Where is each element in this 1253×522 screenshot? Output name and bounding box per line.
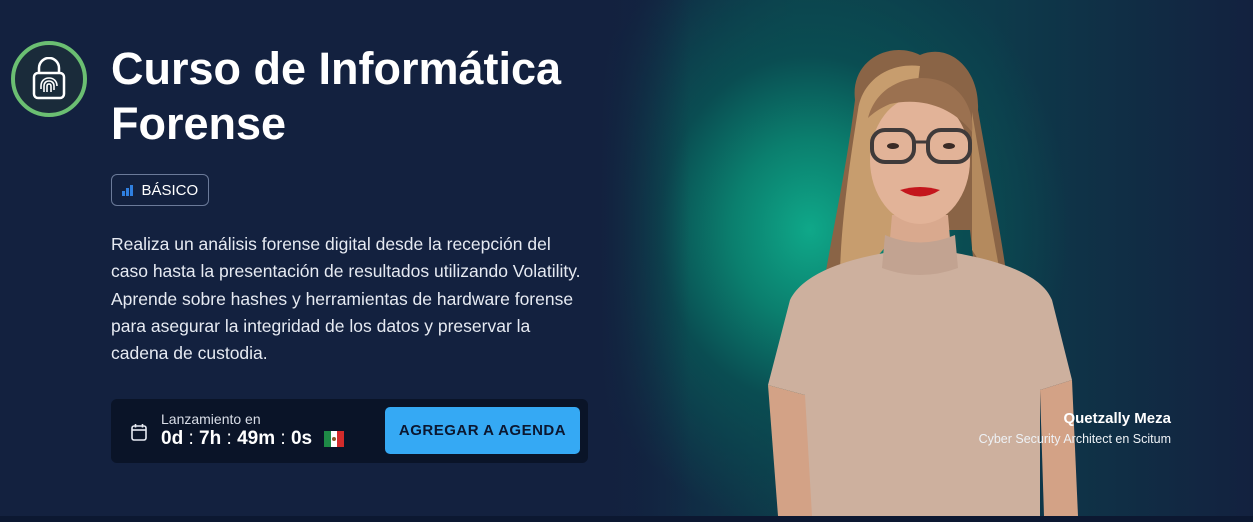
fingerprint-lock-glyph [32,57,66,100]
level-badge: BÁSICO [111,174,210,206]
course-title: Curso de Informática Forense [111,43,562,149]
countdown-separator: : [280,428,286,449]
instructor-name: Quetzally Meza [1063,410,1171,427]
countdown-hours: 7h [199,428,222,449]
calendar-icon [131,424,147,441]
add-to-agenda-button[interactable]: AGREGAR A AGENDA [385,407,580,454]
signal-bars-icon [122,184,133,196]
instructor-role: Cyber Security Architect en Scitum [978,432,1171,446]
launch-countdown-box: Lanzamiento en 0d : 7h : 49m : 0s AGREGA… [111,399,588,463]
bottom-divider [0,516,1253,522]
mexico-flag-icon [324,429,345,449]
level-label: BÁSICO [141,181,199,199]
countdown-separator: : [226,428,232,449]
countdown-timer: 0d : 7h : 49m : 0s [161,428,345,450]
course-hero: Quetzally Meza Cyber Security Architect … [0,0,1253,516]
countdown-minutes: 49m [237,428,276,449]
launch-label: Lanzamiento en [161,411,261,427]
fingerprint-lock-icon [11,41,87,117]
course-description: Realiza un análisis forense digital desd… [111,234,581,364]
countdown-days: 0d [161,428,184,449]
countdown-seconds: 0s [290,428,313,449]
countdown-separator: : [188,428,194,449]
instructor-visual: Quetzally Meza Cyber Security Architect … [600,0,1253,516]
